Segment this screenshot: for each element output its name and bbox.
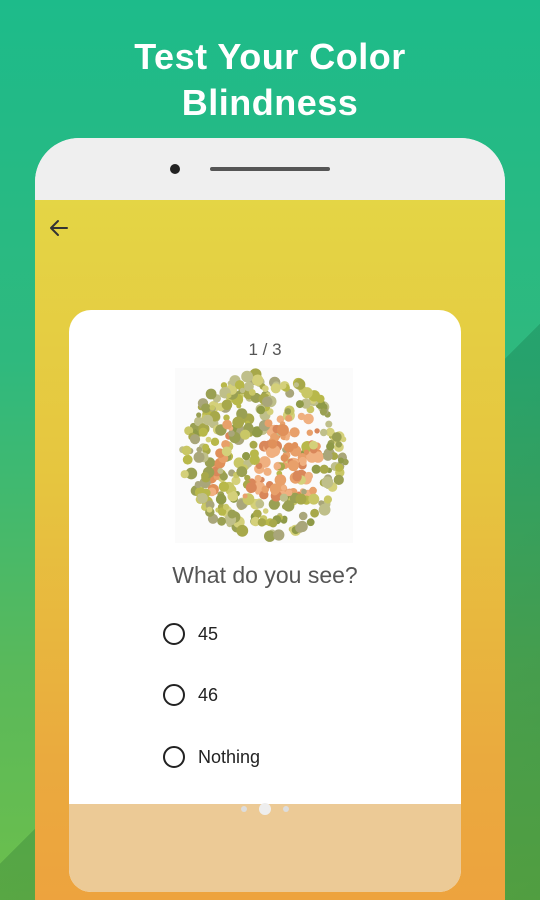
radio-button[interactable] <box>163 746 185 768</box>
phone-frame: 1 / 3 What do you see? 45 46 Nothing <box>35 138 505 900</box>
app-screen: 1 / 3 What do you see? 45 46 Nothing <box>35 200 505 900</box>
option-label: Nothing <box>198 746 261 767</box>
page-indicator <box>69 802 461 816</box>
speaker-icon <box>210 167 330 171</box>
option-label: 45 <box>198 623 219 644</box>
option-45[interactable]: 45 <box>163 620 218 648</box>
phone-top-bezel <box>35 138 505 200</box>
page-dot-active[interactable] <box>259 803 271 815</box>
option-nothing[interactable]: Nothing <box>163 743 260 771</box>
question-text: What do you see? <box>172 562 358 588</box>
headline-line-1: Test Your Color <box>134 36 406 77</box>
option-46[interactable]: 46 <box>163 681 218 709</box>
page-dot[interactable] <box>241 806 247 812</box>
back-arrow-icon[interactable] <box>45 214 73 242</box>
progress-indicator: 1 / 3 <box>248 340 282 359</box>
page-dot[interactable] <box>283 806 289 812</box>
headline-line-2: Blindness <box>181 82 359 123</box>
headline: Test Your Color Blindness <box>0 34 540 126</box>
card-footer <box>69 802 461 892</box>
ishihara-plate-image <box>175 368 353 543</box>
quiz-card: 1 / 3 What do you see? 45 46 Nothing <box>69 310 461 892</box>
option-label: 46 <box>198 684 219 705</box>
radio-button[interactable] <box>163 684 185 706</box>
radio-button[interactable] <box>163 623 185 645</box>
camera-icon <box>170 164 180 174</box>
